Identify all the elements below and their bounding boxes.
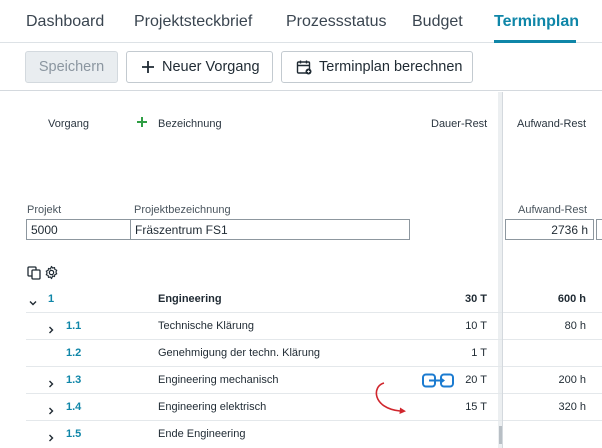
aufwand-rest-field[interactable]: 2736 h: [505, 219, 594, 240]
projekt-label: Projekt: [27, 204, 62, 216]
tab-projektsteckbrief[interactable]: Projektsteckbrief: [134, 13, 252, 31]
projektbezeichnung-label: Projektbezeichnung: [134, 204, 231, 216]
row-aufwand[interactable]: 600 h: [558, 293, 586, 305]
calendar-icon: [296, 59, 312, 75]
next-field[interactable]: [596, 219, 602, 240]
column-header-dauer-rest[interactable]: Dauer-Rest: [431, 118, 487, 130]
chevron-right-icon[interactable]: [46, 403, 56, 421]
chevron-right-icon[interactable]: [46, 376, 56, 394]
add-row-icon[interactable]: [136, 115, 148, 133]
row-dauer[interactable]: 20 T: [465, 374, 487, 386]
table-row[interactable]: 1.3 Engineering mechanisch 20 T 200 h: [0, 367, 602, 394]
row-id[interactable]: 1.3: [66, 374, 81, 386]
copy-icon[interactable]: [27, 265, 41, 285]
row-name[interactable]: Ende Engineering: [158, 428, 245, 440]
calculate-schedule-label: Terminplan berechnen: [319, 59, 463, 75]
chevron-right-icon[interactable]: [46, 430, 56, 448]
row-id[interactable]: 1.1: [66, 320, 81, 332]
row-id[interactable]: 1.2: [66, 347, 81, 359]
toolbar: Speichern Neuer Vorgang Terminplan berec…: [0, 43, 602, 91]
gear-icon[interactable]: [44, 265, 59, 285]
table-row[interactable]: 1.1 Technische Klärung 10 T 80 h: [0, 313, 602, 340]
table-row[interactable]: 1 Engineering 30 T 600 h: [0, 286, 602, 313]
aufwand-rest-label: Aufwand-Rest: [518, 204, 588, 216]
row-dauer[interactable]: 1 T: [471, 347, 487, 359]
row-name[interactable]: Technische Klärung: [158, 320, 254, 332]
new-task-label: Neuer Vorgang: [162, 59, 260, 75]
row-id[interactable]: 1.4: [66, 401, 81, 413]
projektbezeichnung-field[interactable]: Fräszentrum FS1: [130, 219, 410, 240]
tab-dashboard[interactable]: Dashboard: [26, 13, 104, 31]
chevron-down-icon[interactable]: [28, 295, 38, 313]
tab-terminplan[interactable]: Terminplan: [494, 13, 579, 31]
new-task-button[interactable]: Neuer Vorgang: [126, 51, 273, 83]
link-icon[interactable]: [422, 373, 454, 393]
row-name[interactable]: Engineering: [158, 293, 222, 305]
calculate-schedule-button[interactable]: Terminplan berechnen: [281, 51, 473, 83]
table-row[interactable]: 1.5 Ende Engineering: [0, 421, 602, 448]
row-id[interactable]: 1.5: [66, 428, 81, 440]
save-button[interactable]: Speichern: [25, 51, 118, 83]
column-header-bezeichnung[interactable]: Bezeichnung: [158, 118, 222, 130]
row-name[interactable]: Engineering elektrisch: [158, 401, 266, 413]
row-name[interactable]: Genehmigung der techn. Klärung: [158, 347, 320, 359]
grid-tools: [27, 265, 59, 285]
save-button-label: Speichern: [38, 59, 105, 75]
red-arrow-icon: [370, 380, 410, 421]
row-dauer[interactable]: 15 T: [465, 401, 487, 413]
projekt-field[interactable]: 5000: [26, 219, 131, 240]
tab-bar: Dashboard Projektsteckbrief Prozessstatu…: [0, 0, 602, 43]
chevron-right-icon[interactable]: [46, 322, 56, 340]
table-row[interactable]: 1.2 Genehmigung der techn. Klärung 1 T: [0, 340, 602, 367]
column-header-vorgang[interactable]: Vorgang: [48, 118, 89, 130]
row-dauer[interactable]: 10 T: [465, 320, 487, 332]
row-dauer[interactable]: 30 T: [465, 293, 487, 305]
row-name[interactable]: Engineering mechanisch: [158, 374, 278, 386]
column-header-aufwand-rest[interactable]: Aufwand-Rest: [517, 118, 586, 130]
row-id[interactable]: 1: [48, 293, 54, 305]
tab-budget[interactable]: Budget: [412, 13, 463, 31]
tab-prozessstatus[interactable]: Prozessstatus: [286, 13, 386, 31]
row-aufwand[interactable]: 200 h: [558, 374, 586, 386]
plus-icon: [141, 60, 155, 74]
scrollbar-thumb[interactable]: [499, 426, 502, 444]
row-aufwand[interactable]: 320 h: [558, 401, 586, 413]
schedule-grid: Vorgang Bezeichnung Dauer-Rest Aufwand-R…: [0, 92, 602, 448]
table-row[interactable]: 1.4 Engineering elektrisch 15 T 320 h: [0, 394, 602, 421]
row-aufwand[interactable]: 80 h: [565, 320, 586, 332]
